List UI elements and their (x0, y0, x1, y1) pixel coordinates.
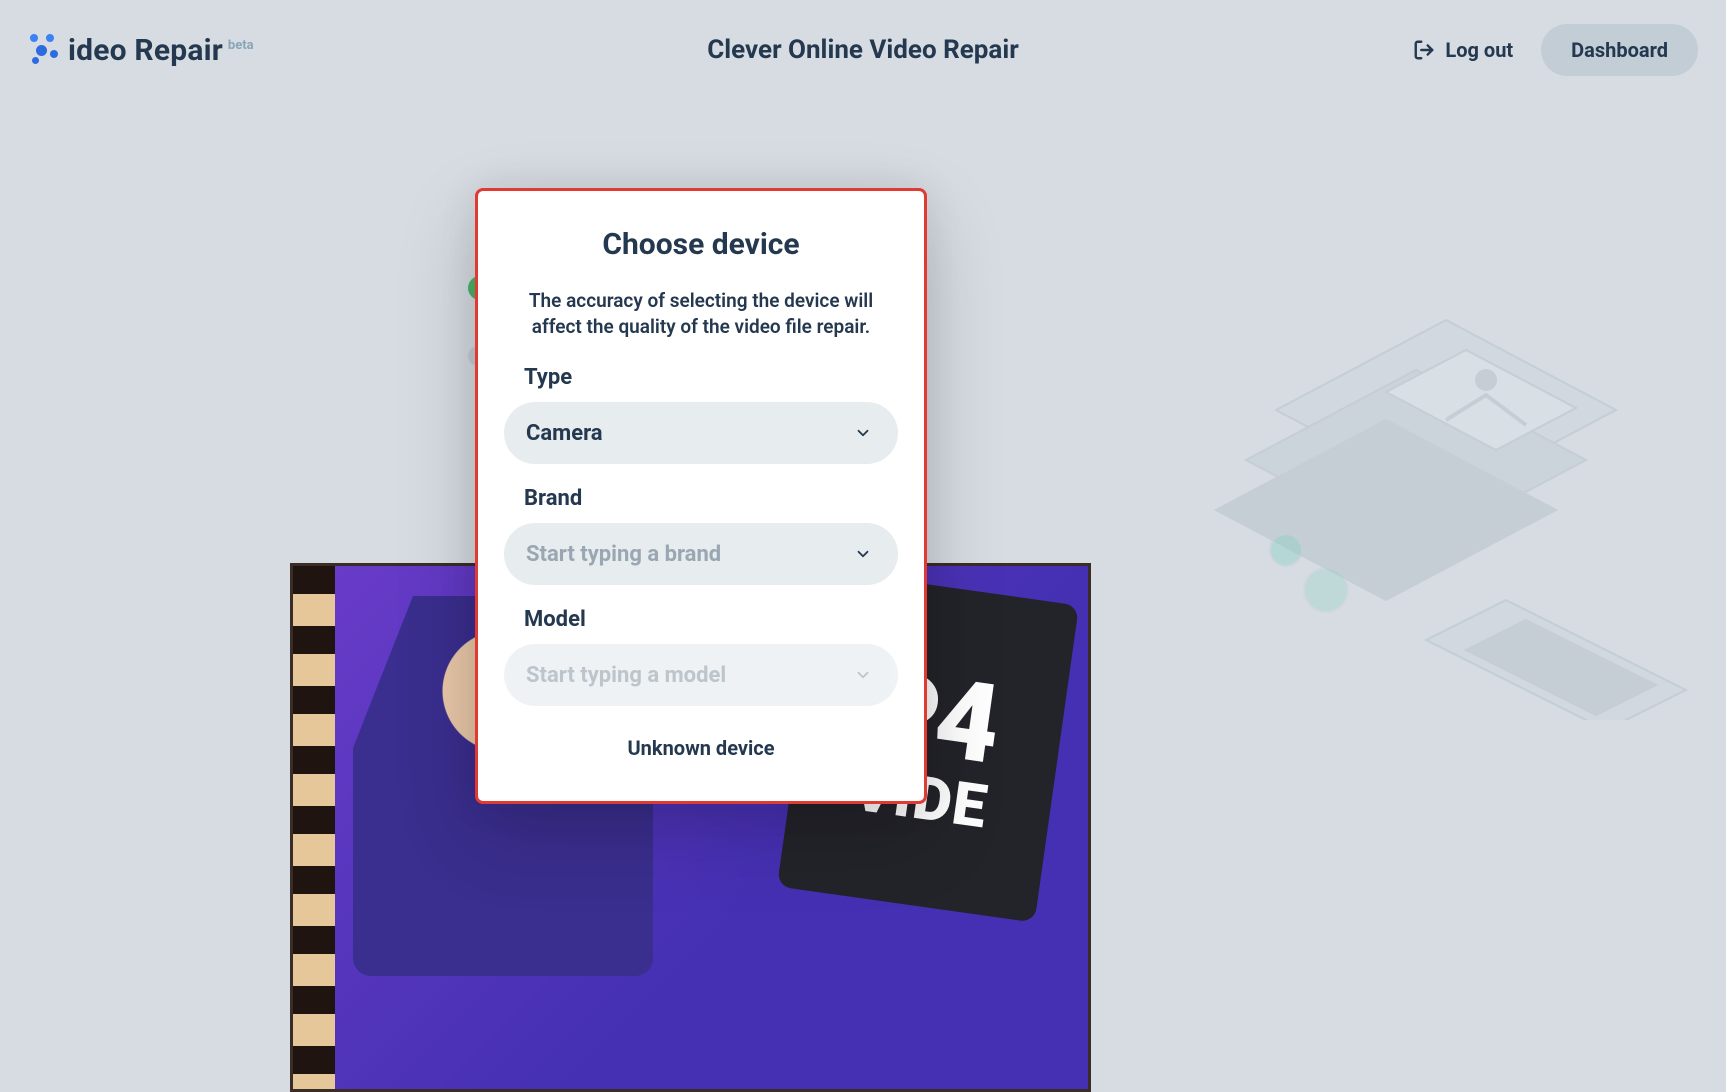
dashboard-label: Dashboard (1571, 38, 1668, 62)
model-select-placeholder: Start typing a model (526, 663, 726, 688)
header-actions: Log out Dashboard (1413, 24, 1698, 76)
chevron-down-icon (854, 666, 872, 684)
logout-icon (1413, 39, 1435, 61)
model-select[interactable]: Start typing a model (504, 644, 898, 706)
chevron-down-icon (854, 424, 872, 442)
app-logo[interactable]: ideo Repair beta (28, 32, 254, 68)
logo-mark-icon (28, 32, 66, 68)
logout-label: Log out (1445, 38, 1513, 62)
type-select[interactable]: Camera (504, 402, 898, 464)
type-field-group: Type Camera (504, 365, 898, 464)
modal-title: Choose device (504, 227, 898, 262)
type-select-value: Camera (526, 421, 603, 446)
unknown-device-link[interactable]: Unknown device (504, 736, 898, 760)
app-header: ideo Repair beta Clever Online Video Rep… (0, 0, 1726, 100)
dashboard-button[interactable]: Dashboard (1541, 24, 1698, 76)
brand-select-placeholder: Start typing a brand (526, 542, 721, 567)
logout-button[interactable]: Log out (1413, 38, 1513, 62)
type-label: Type (504, 365, 898, 390)
model-label: Model (504, 607, 898, 632)
choose-device-modal: Choose device The accuracy of selecting … (475, 188, 927, 804)
chevron-down-icon (854, 545, 872, 563)
modal-subtitle: The accuracy of selecting the device wil… (504, 288, 898, 339)
model-field-group: Model Start typing a model (504, 607, 898, 706)
brand-field-group: Brand Start typing a brand (504, 486, 898, 585)
brand-label: Brand (504, 486, 898, 511)
logo-beta-badge: beta (228, 38, 254, 53)
logo-text: ideo Repair (68, 33, 223, 68)
decorative-illustration (1186, 260, 1706, 720)
brand-select[interactable]: Start typing a brand (504, 523, 898, 585)
page-title: Clever Online Video Repair (707, 35, 1018, 65)
